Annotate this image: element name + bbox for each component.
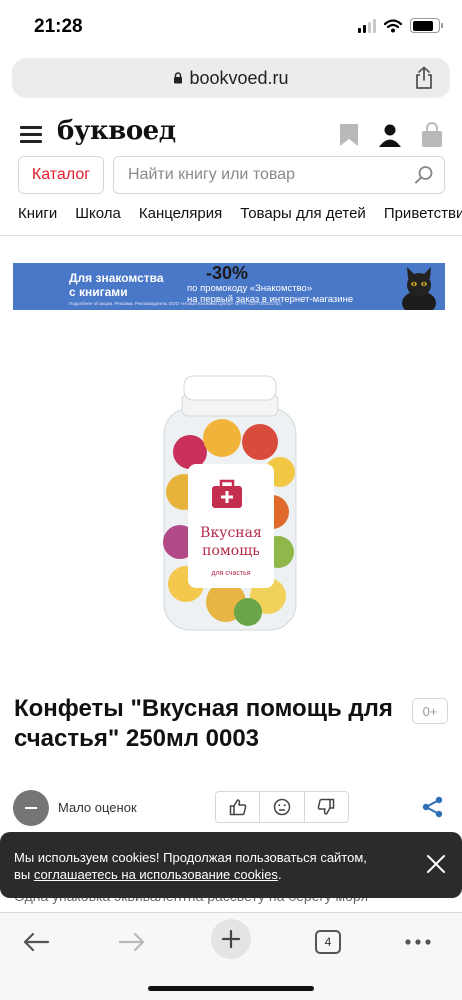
- thumbs-down-icon: [317, 798, 335, 815]
- wifi-icon: [384, 18, 402, 32]
- site-header: буквоед Каталог Книги Школа Канцелярия Т…: [0, 110, 462, 236]
- menu-icon[interactable]: [20, 126, 42, 143]
- status-icons: [358, 18, 443, 33]
- like-button[interactable]: [216, 792, 261, 822]
- nav-item-kids[interactable]: Товары для детей: [240, 205, 366, 222]
- cookie-text-suffix: .: [277, 867, 282, 882]
- user-icon[interactable]: [378, 122, 402, 148]
- bookmark-icon[interactable]: [337, 122, 361, 148]
- cat-image: [402, 267, 436, 310]
- product-image[interactable]: Вкусная помощь для счастья: [160, 372, 300, 634]
- label-line3: для счастья: [211, 570, 250, 577]
- label-line1: Вкусная: [200, 525, 262, 541]
- nav-item-school[interactable]: Школа: [75, 205, 121, 222]
- arrow-right-icon: [118, 932, 145, 952]
- rating-text: Мало оценок: [58, 800, 137, 815]
- lock-icon: [174, 72, 183, 84]
- banner-discount: -30%: [206, 263, 249, 283]
- search-box[interactable]: [113, 156, 445, 194]
- cart-bag-icon[interactable]: [420, 122, 444, 148]
- category-nav: Книги Школа Канцелярия Товары для детей …: [18, 205, 462, 222]
- nav-item-stationery[interactable]: Канцелярия: [139, 205, 222, 222]
- battery-icon: [410, 18, 443, 33]
- cookie-policy-link[interactable]: соглашаетесь на использование cookies: [34, 867, 278, 882]
- label-line2: помощь: [202, 543, 260, 559]
- search-input[interactable]: [114, 157, 394, 193]
- catalog-button[interactable]: Каталог: [18, 156, 104, 194]
- close-icon[interactable]: [426, 854, 446, 874]
- tabs-count: 4: [315, 930, 341, 954]
- cookie-banner: Мы используем cookies! Продолжая пользов…: [0, 832, 462, 898]
- neutral-face-icon: [273, 798, 291, 816]
- promo-banner[interactable]: Для знакомства с книгами -30% по промоко…: [13, 263, 445, 310]
- more-dots-icon: [405, 939, 431, 945]
- search-icon[interactable]: [414, 165, 434, 185]
- share-network-icon[interactable]: [422, 796, 444, 818]
- site-logo[interactable]: буквоед: [57, 116, 176, 146]
- cellular-signal-icon: [358, 18, 376, 33]
- cookie-text-prefix: вы: [14, 867, 34, 882]
- nav-item-greeting[interactable]: Приветствие: [384, 205, 462, 222]
- product-title: Конфеты "Вкусная помощь для счастья" 250…: [14, 695, 393, 752]
- share-icon[interactable]: [412, 66, 436, 90]
- dislike-button[interactable]: [305, 792, 348, 822]
- thumbs-up-icon: [229, 799, 247, 816]
- forward-button[interactable]: [112, 925, 152, 959]
- banner-promo-line1: по промокоду «Знакомство»: [187, 283, 313, 294]
- nav-item-books[interactable]: Книги: [18, 205, 57, 222]
- back-button[interactable]: [16, 925, 56, 959]
- address-bar[interactable]: bookvoed.ru: [12, 58, 450, 98]
- arrow-left-icon: [23, 932, 50, 952]
- more-button[interactable]: [398, 925, 438, 959]
- plus-icon: [221, 929, 241, 949]
- vote-group: [215, 791, 349, 823]
- status-bar: 21:28: [0, 0, 462, 54]
- banner-line1: Для знакомства: [69, 271, 164, 285]
- banner-line2: с книгами: [69, 285, 128, 299]
- new-tab-button[interactable]: [211, 919, 251, 959]
- status-time: 21:28: [34, 16, 83, 37]
- rating-indicator: [13, 790, 49, 826]
- age-rating-badge: 0+: [412, 698, 448, 724]
- banner-fine-print: Подробнее об акции. Реклама. Рекламодате…: [69, 301, 281, 306]
- home-indicator: [148, 986, 314, 991]
- tabs-button[interactable]: 4: [308, 925, 348, 959]
- cookie-text-line1: Мы используем cookies! Продолжая пользов…: [14, 850, 367, 865]
- neutral-button[interactable]: [260, 792, 305, 822]
- url-text: bookvoed.ru: [189, 67, 289, 88]
